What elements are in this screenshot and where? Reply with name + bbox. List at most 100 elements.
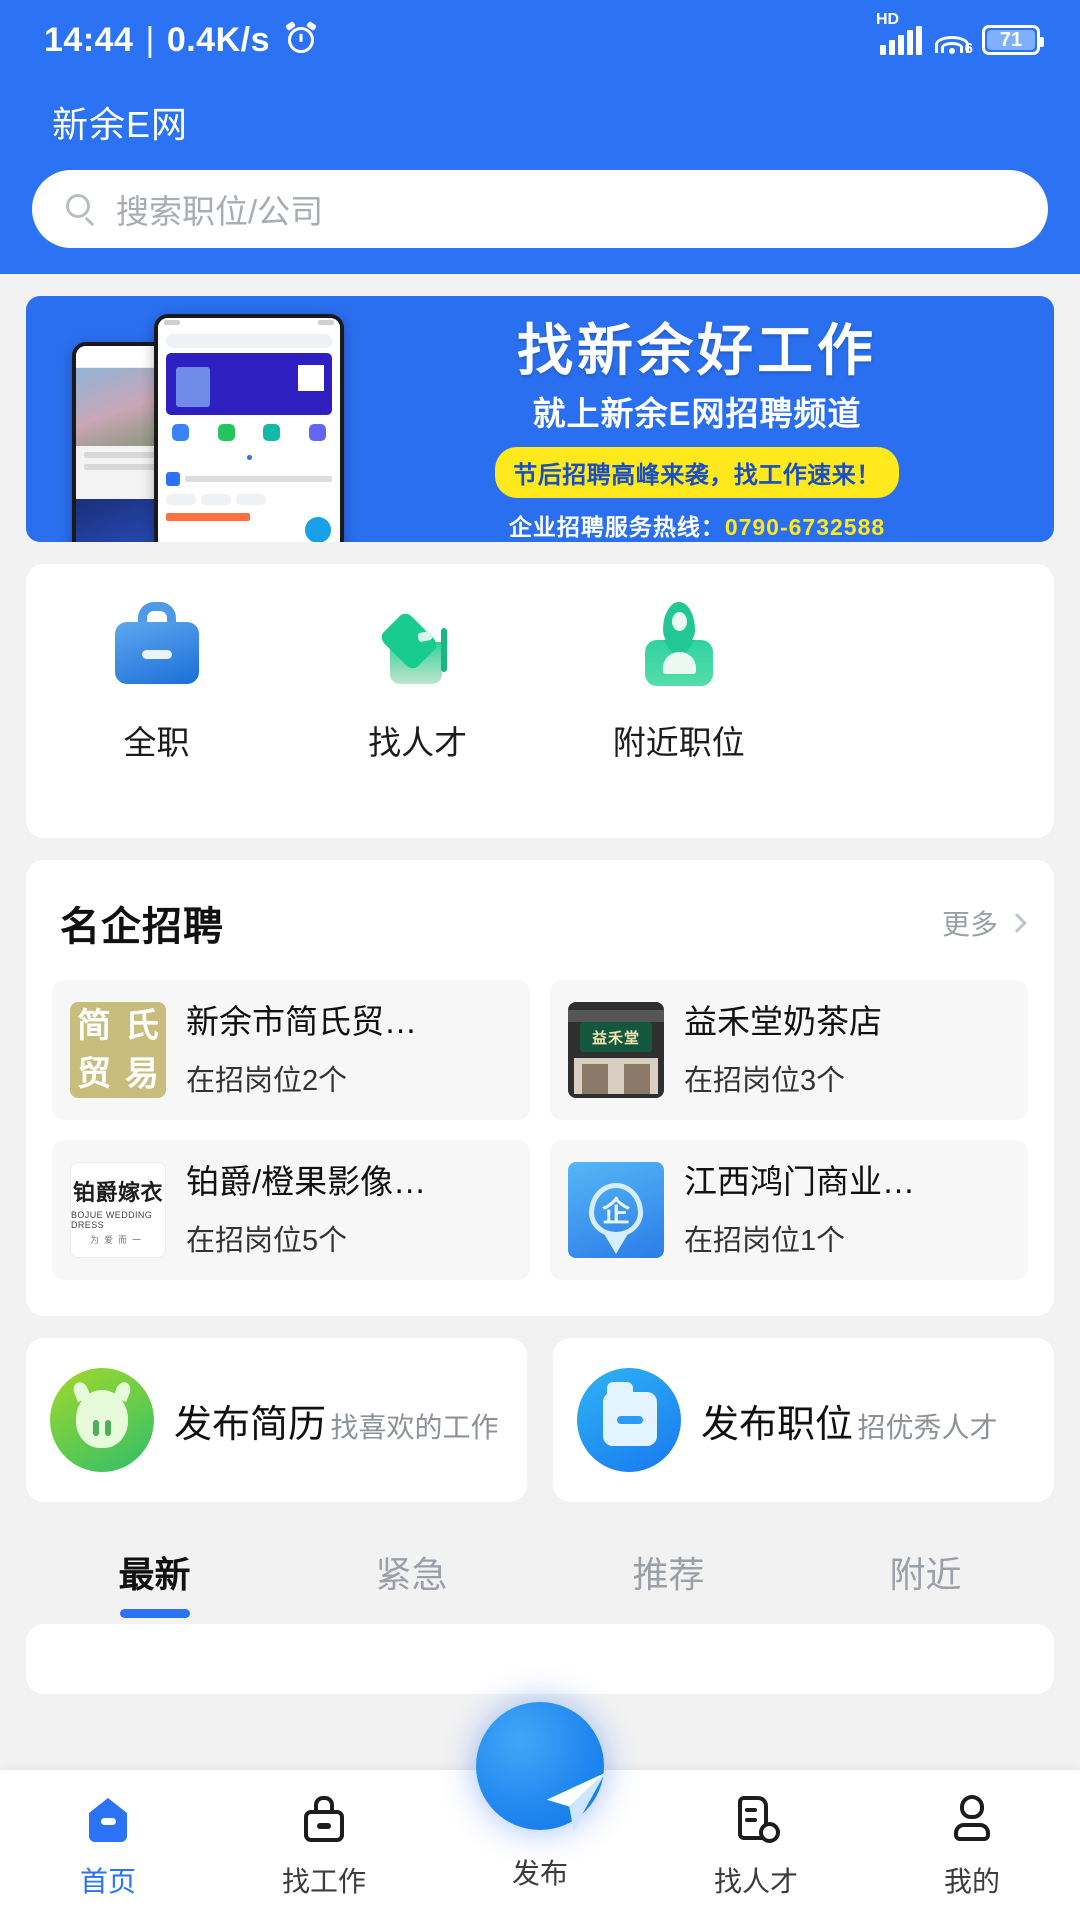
banner-promo-pill: 节后招聘高峰来袭，找工作速来！	[495, 446, 899, 498]
publish-job-card[interactable]: 发布职位 招优秀人才	[553, 1338, 1054, 1502]
status-bar-left: 14:44 | 0.4K/s	[44, 20, 317, 60]
job-list-tabs: 最新 紧急 推荐 附近	[0, 1528, 1080, 1624]
publish-card-title: 发布职位	[701, 1403, 854, 1446]
app-header: 新余E网 搜索职位/公司	[0, 80, 1080, 274]
status-netspeed: 0.4K/s	[166, 20, 270, 59]
banner-headline: 找新余好工作	[517, 319, 877, 382]
banner-phone-mockups	[26, 296, 356, 542]
quick-action-label: 附近职位	[612, 724, 745, 761]
company-name: 益禾堂奶茶店	[684, 1003, 882, 1041]
hd-label: HD	[876, 11, 900, 28]
quick-actions-row: 全职 找人才 附近职位	[26, 598, 1054, 764]
chevron-right-icon	[1007, 913, 1027, 933]
quick-action-find-talent[interactable]: 找人才	[287, 598, 548, 764]
search-icon	[66, 194, 96, 227]
publish-card-subtitle: 找喜欢的工作	[330, 1411, 499, 1443]
location-person-icon	[633, 598, 725, 690]
status-time: 14:44	[44, 20, 134, 59]
person-icon	[945, 1792, 999, 1846]
job-list-placeholder	[26, 1624, 1054, 1694]
company-card[interactable]: 企 江西鸿门商业… 在招岗位1个	[550, 1140, 1028, 1280]
tab-urgent[interactable]: 紧急	[283, 1528, 540, 1624]
logo-text-cn: 铂爵嫁衣	[72, 1179, 163, 1205]
yihetang-storefront-logo: 益禾堂	[568, 1002, 664, 1098]
quick-actions-card: 全职 找人才 附近职位	[26, 564, 1054, 838]
wifi-icon: 6	[934, 27, 973, 57]
tab-recommended[interactable]: 推荐	[540, 1528, 797, 1624]
company-job-count: 在招岗位1个	[684, 1224, 846, 1257]
company-info: 江西鸿门商业… 在招岗位1个	[684, 1161, 1010, 1258]
bojue-logo: 铂爵嫁衣 BOJUE WEDDING DRESS 为爱而一	[70, 1162, 166, 1258]
folder-icon	[577, 1368, 681, 1472]
status-bar: 14:44 | 0.4K/s HD 6 71	[0, 0, 1080, 80]
cellular-signal-icon: HD	[876, 11, 922, 55]
company-name: 铂爵/橙果影像…	[186, 1163, 427, 1201]
publish-card-text: 发布职位 招优秀人才	[701, 1393, 997, 1448]
company-job-count: 在招岗位2个	[186, 1064, 348, 1097]
section-title: 名企招聘	[60, 905, 224, 949]
logo-text-en: BOJUE WEDDING DRESS	[71, 1209, 153, 1230]
company-info: 铂爵/橙果影像… 在招岗位5个	[186, 1161, 512, 1258]
battery-icon: 71	[982, 25, 1044, 55]
more-label: 更多	[941, 909, 998, 940]
logo-char: 企	[601, 1196, 630, 1227]
logo-char: 易	[125, 1055, 159, 1093]
publish-card-title: 发布简历	[174, 1403, 327, 1446]
search-input[interactable]: 搜索职位/公司	[116, 185, 323, 233]
company-card[interactable]: 简 氏 贸 易 新余市简氏贸… 在招岗位2个	[52, 980, 530, 1120]
company-job-count: 在招岗位5个	[186, 1224, 348, 1257]
home-icon	[81, 1792, 135, 1846]
hotline-number: 0790-6732588	[724, 513, 886, 540]
featured-companies-section: 名企招聘 更多 简 氏 贸 易 新余市简氏贸… 在招岗位2个 益禾堂 益禾堂奶茶…	[26, 860, 1054, 1316]
logo-text-sub: 为爱而一	[89, 1234, 146, 1245]
document-search-icon	[729, 1792, 783, 1846]
promo-banner[interactable]: 找新余好工作 就上新余E网招聘频道 节后招聘高峰来袭，找工作速来！ 企业招聘服务…	[26, 296, 1054, 542]
tab-latest[interactable]: 最新	[26, 1528, 283, 1624]
tab-label: 紧急	[375, 1554, 448, 1595]
quick-action-nearby-jobs[interactable]: 附近职位	[548, 598, 809, 764]
jianshi-logo: 简 氏 贸 易	[70, 1002, 166, 1098]
enterprise-pin-logo: 企	[568, 1162, 664, 1258]
logo-text: 益禾堂	[580, 1022, 652, 1052]
quick-action-fulltime[interactable]: 全职	[26, 598, 287, 764]
nav-item-find-job[interactable]: 找工作	[216, 1792, 432, 1900]
app-title: 新余E网	[52, 104, 189, 145]
publish-resume-card[interactable]: 发布简历 找喜欢的工作	[26, 1338, 527, 1502]
banner-subheadline: 就上新余E网招聘频道	[532, 394, 862, 432]
company-card[interactable]: 益禾堂 益禾堂奶茶店 在招岗位3个	[550, 980, 1028, 1120]
more-link[interactable]: 更多	[941, 903, 1027, 943]
tab-nearby[interactable]: 附近	[797, 1528, 1054, 1624]
logo-char: 贸	[77, 1055, 111, 1093]
publish-card-subtitle: 招优秀人才	[857, 1411, 998, 1443]
logo-char: 简	[77, 1007, 111, 1045]
alarm-clock-icon	[285, 20, 317, 55]
tab-label: 推荐	[632, 1554, 705, 1595]
graduation-cap-icon	[372, 598, 464, 690]
tab-underline	[119, 1609, 190, 1618]
publish-fab-button[interactable]: 发布	[476, 1702, 606, 1889]
nav-label: 我的	[943, 1866, 1000, 1897]
wifi-generation: 6	[964, 40, 973, 57]
status-separator: |	[145, 20, 155, 59]
company-info: 益禾堂奶茶店 在招岗位3个	[684, 1001, 1010, 1098]
publish-card-text: 发布简历 找喜欢的工作	[174, 1393, 498, 1448]
quick-action-label: 全职	[123, 724, 190, 761]
tab-label: 附近	[889, 1554, 962, 1595]
nav-item-profile[interactable]: 我的	[864, 1792, 1080, 1900]
nav-item-home[interactable]: 首页	[0, 1792, 216, 1900]
status-bar-right: HD 6 71	[876, 11, 1044, 57]
phone-mockup-front	[154, 314, 344, 542]
banner-text-block: 找新余好工作 就上新余E网招聘频道 节后招聘高峰来袭，找工作速来！ 企业招聘服务…	[356, 296, 1054, 542]
nav-label: 首页	[79, 1866, 136, 1897]
nav-item-find-talent[interactable]: 找人才	[648, 1792, 864, 1900]
company-name: 江西鸿门商业…	[684, 1163, 915, 1201]
nav-label: 找人才	[713, 1866, 798, 1897]
battery-level: 71	[999, 28, 1023, 51]
nav-label: 找工作	[281, 1866, 366, 1897]
bottom-navigation: 首页 找工作 找人才 我的 发布	[0, 1702, 1080, 1920]
publish-cards-row: 发布简历 找喜欢的工作 发布职位 招优秀人才	[26, 1338, 1054, 1502]
search-bar[interactable]: 搜索职位/公司	[32, 170, 1048, 248]
logo-char: 氏	[125, 1007, 159, 1045]
company-card[interactable]: 铂爵嫁衣 BOJUE WEDDING DRESS 为爱而一 铂爵/橙果影像… 在…	[52, 1140, 530, 1280]
briefcase-icon	[111, 598, 203, 690]
